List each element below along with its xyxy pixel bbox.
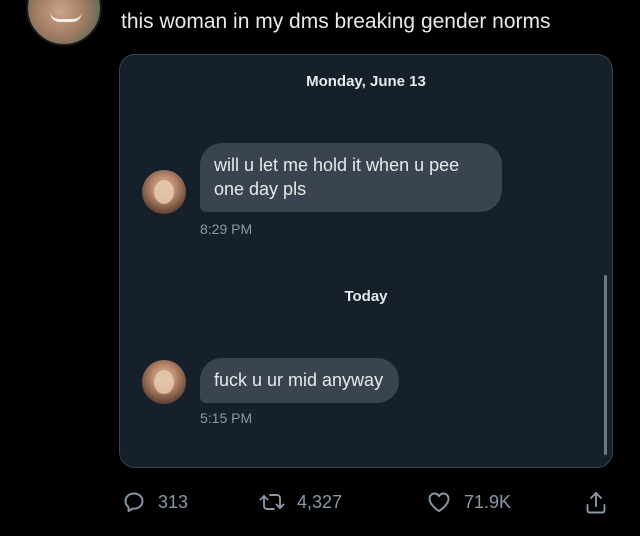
- reply-count: 313: [158, 491, 189, 512]
- retweet-icon: [259, 490, 285, 514]
- message-bubble: will u let me hold it when u pee one day…: [200, 143, 502, 212]
- like-icon: [426, 490, 452, 514]
- date-separator: Today: [344, 288, 388, 305]
- tweet-text: this woman in my dms breaking gender nor…: [121, 10, 551, 33]
- date-separator: Monday, June 13: [306, 73, 426, 90]
- dm-screenshot[interactable]: Monday, June 13 will u let me hold it wh…: [119, 54, 613, 468]
- retweet-count: 4,327: [297, 491, 343, 512]
- reply-button[interactable]: 313: [122, 490, 188, 514]
- poster-avatar[interactable]: [26, 0, 102, 46]
- like-button[interactable]: 71.9K: [426, 490, 511, 514]
- reply-icon: [122, 490, 146, 514]
- tweet-page: this woman in my dms breaking gender nor…: [0, 0, 640, 536]
- retweet-button[interactable]: 4,327: [259, 490, 342, 514]
- like-count: 71.9K: [464, 491, 512, 512]
- sender-avatar: [142, 170, 186, 214]
- share-icon: [584, 490, 608, 516]
- message-timestamp: 8:29 PM: [200, 221, 253, 237]
- message-timestamp: 5:15 PM: [200, 410, 253, 426]
- scrollbar[interactable]: [604, 275, 607, 455]
- sender-avatar: [142, 360, 186, 404]
- message-bubble: fuck u ur mid anyway: [200, 358, 400, 403]
- action-bar: 313 4,327 71.9K: [0, 486, 640, 522]
- share-button[interactable]: [584, 490, 608, 516]
